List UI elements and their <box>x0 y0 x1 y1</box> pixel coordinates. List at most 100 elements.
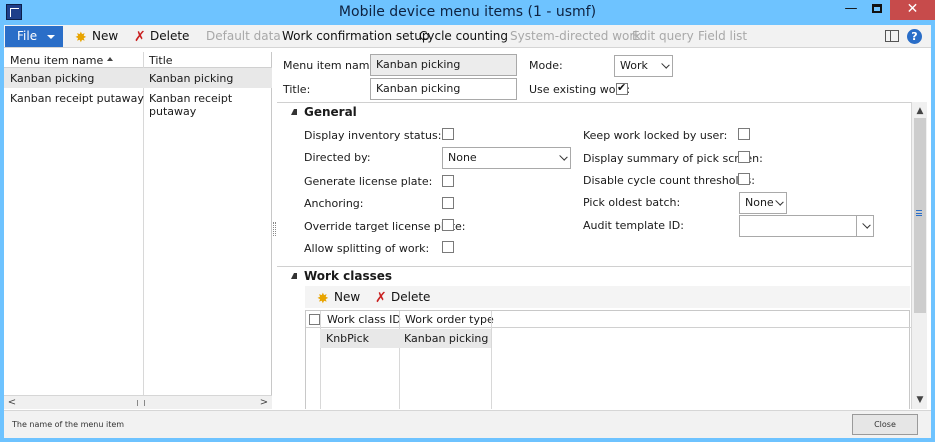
chevron-down-icon <box>862 220 871 229</box>
maximize-icon <box>872 4 882 13</box>
chevron-down-icon <box>775 197 784 206</box>
row-menu-item-name: Kanban picking <box>10 72 95 85</box>
allow-splitting-checkbox[interactable] <box>442 241 454 253</box>
new-label: New <box>92 29 119 43</box>
title-bar: Mobile device menu items (1 - usmf) — ✕ <box>0 0 935 25</box>
table-row[interactable]: Kanban receipt putaway Kanban receipt pu… <box>4 88 272 118</box>
fasttab-general-header[interactable]: General <box>277 103 911 123</box>
menu-items-grid: Menu item name Title Kanban picking Kanb… <box>4 52 272 409</box>
column-header-work-order-type[interactable]: Work order type <box>405 313 494 326</box>
column-divider <box>320 311 321 409</box>
directed-by-label: Directed by: <box>304 151 371 164</box>
system-directed-work-button[interactable]: System-directed work <box>510 29 641 43</box>
fasttab-general-title: General <box>304 105 357 119</box>
column-divider <box>399 311 400 409</box>
file-menu-label: File <box>17 29 38 43</box>
delete-button[interactable]: ✗ Delete <box>134 29 190 44</box>
grid-header: Work class ID Work order type <box>306 311 911 328</box>
work-class-delete-button[interactable]: ✗ Delete <box>375 290 431 306</box>
help-icon[interactable]: ? <box>907 29 922 44</box>
delete-label: Delete <box>150 29 190 43</box>
work-confirmation-setup-button[interactable]: Work confirmation setup <box>282 29 429 43</box>
mode-value: Work <box>620 59 648 72</box>
edit-query-button[interactable]: Edit query <box>632 29 694 43</box>
generate-license-plate-checkbox[interactable] <box>442 175 454 187</box>
field-list-button[interactable]: Field list <box>698 29 747 43</box>
scroll-down-icon[interactable]: ▼ <box>914 394 926 406</box>
anchoring-label: Anchoring: <box>304 197 364 210</box>
disable-cycle-count-checkbox[interactable] <box>738 173 750 185</box>
grip-icon <box>916 210 922 216</box>
pick-oldest-batch-label: Pick oldest batch: <box>583 196 681 209</box>
override-target-license-plate-checkbox[interactable] <box>442 219 454 231</box>
delete-label: Delete <box>391 290 431 304</box>
new-star-icon: ✸ <box>75 30 87 46</box>
close-button[interactable]: Close <box>852 414 918 435</box>
menu-item-name-label: Menu item name: <box>283 59 380 72</box>
dropdown-divider <box>856 216 857 236</box>
work-class-new-button[interactable]: ✸ New <box>317 290 360 306</box>
column-divider <box>491 311 492 409</box>
use-existing-work-checkbox[interactable] <box>616 81 628 95</box>
work-classes-grid: Work class ID Work order type KnbPick Ka… <box>305 310 911 409</box>
display-inventory-status-checkbox[interactable] <box>442 128 454 140</box>
title-label: Title: <box>283 83 311 96</box>
keep-work-locked-label: Keep work locked by user: <box>583 129 728 142</box>
use-existing-work-label: Use existing work: <box>529 83 631 96</box>
work-classes-toolbar: ✸ New ✗ Delete <box>305 286 910 308</box>
directed-by-value: None <box>448 151 477 164</box>
display-summary-label: Display summary of pick screen: <box>583 152 763 165</box>
fasttab-work-classes-header[interactable]: Work classes <box>277 267 911 287</box>
collapse-triangle-icon <box>291 273 297 279</box>
keep-work-locked-checkbox[interactable] <box>738 128 750 140</box>
new-star-icon: ✸ <box>317 291 329 307</box>
minimize-button[interactable]: — <box>838 0 864 20</box>
display-inventory-status-label: Display inventory status: <box>304 129 442 142</box>
audit-template-select[interactable] <box>739 215 874 237</box>
row-work-order-type: Kanban picking <box>404 332 489 345</box>
file-menu-button[interactable]: File <box>5 26 63 47</box>
window-close-button[interactable]: ✕ <box>890 0 935 20</box>
title-field[interactable]: Kanban picking <box>370 78 517 100</box>
table-row[interactable]: Kanban picking Kanban picking <box>4 68 272 88</box>
row-menu-item-name: Kanban receipt putaway <box>10 92 144 105</box>
allow-splitting-label: Allow splitting of work: <box>304 242 430 255</box>
status-text: The name of the menu item <box>12 420 125 429</box>
grid-header: Menu item name Title <box>4 52 272 68</box>
panel-layout-icon[interactable] <box>885 30 899 42</box>
scroll-up-icon[interactable]: ▲ <box>914 105 926 117</box>
anchoring-checkbox[interactable] <box>442 197 454 209</box>
vertical-scrollbar[interactable]: ▲ ▼ <box>911 102 927 409</box>
mode-select[interactable]: Work <box>614 55 673 77</box>
window-title: Mobile device menu items (1 - usmf) <box>338 4 597 20</box>
maximize-button[interactable] <box>864 0 890 20</box>
delete-x-icon: ✗ <box>375 290 387 306</box>
scroll-left-icon[interactable]: < <box>6 397 18 409</box>
audit-template-label: Audit template ID: <box>583 219 684 232</box>
default-data-button[interactable]: Default data <box>206 29 281 43</box>
directed-by-select[interactable]: None <box>442 147 571 169</box>
scroll-right-icon[interactable]: > <box>258 397 270 409</box>
select-all-checkbox[interactable] <box>309 314 320 325</box>
display-summary-checkbox[interactable] <box>738 151 750 163</box>
pick-oldest-batch-select[interactable]: None <box>739 192 787 214</box>
collapse-triangle-icon <box>291 109 297 115</box>
column-header-work-class-id[interactable]: Work class ID <box>327 313 401 326</box>
action-pane: File ✸ New ✗ Delete Default data Work conf… <box>4 25 931 48</box>
disable-cycle-count-label: Disable cycle count thresholds: <box>583 174 755 187</box>
table-row[interactable]: KnbPick Kanban picking <box>320 329 491 348</box>
horizontal-scrollbar[interactable]: < > <box>4 395 272 409</box>
pane-splitter-handle[interactable] <box>273 222 276 236</box>
new-label: New <box>334 290 361 304</box>
generate-license-plate-label: Generate license plate: <box>304 175 433 188</box>
cycle-counting-button[interactable]: Cycle counting <box>419 29 508 43</box>
new-button[interactable]: ✸ New <box>75 29 118 45</box>
column-header-title[interactable]: Title <box>149 54 173 67</box>
fasttab-work-classes-title: Work classes <box>304 269 393 283</box>
row-title: Kanban receipt putaway <box>149 92 233 118</box>
menu-item-name-field[interactable]: Kanban picking <box>370 54 517 76</box>
column-header-menu-item-name[interactable]: Menu item name <box>10 54 103 67</box>
scroll-thumb[interactable] <box>137 400 145 406</box>
row-work-class-id: KnbPick <box>326 332 370 345</box>
fasttab-area: General Display inventory status: Direct… <box>277 102 911 409</box>
